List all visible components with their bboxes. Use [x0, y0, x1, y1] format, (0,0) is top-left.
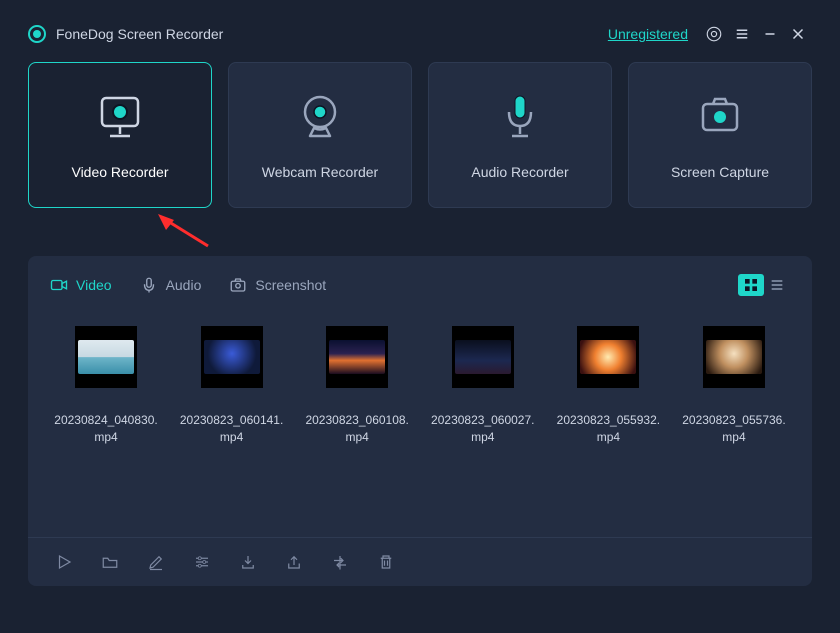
logo-icon	[28, 25, 46, 43]
file-name: 20230823_060108.mp4	[301, 412, 413, 446]
card-label: Screen Capture	[671, 164, 769, 180]
card-label: Webcam Recorder	[262, 164, 378, 180]
download-icon[interactable]	[238, 552, 258, 572]
recorder-cards: Video Recorder Webcam Recorder	[0, 62, 840, 208]
app-title: FoneDog Screen Recorder	[56, 26, 223, 42]
file-name: 20230824_040830.mp4	[50, 412, 162, 446]
file-cell[interactable]: 20230823_055932.mp4	[552, 326, 664, 446]
card-webcam-recorder[interactable]: Webcam Recorder	[228, 62, 412, 208]
file-grid: 20230824_040830.mp4 20230823_060141.mp4 …	[28, 304, 812, 446]
video-recorder-icon	[93, 90, 147, 144]
file-cell[interactable]: 20230823_060108.mp4	[301, 326, 413, 446]
tab-label: Video	[76, 277, 112, 293]
folder-icon[interactable]	[100, 552, 120, 572]
file-name: 20230823_055932.mp4	[552, 412, 664, 446]
file-thumbnail	[577, 326, 639, 388]
file-thumbnail	[452, 326, 514, 388]
audio-recorder-icon	[493, 90, 547, 144]
webcam-recorder-icon	[293, 90, 347, 144]
sliders-icon[interactable]	[192, 552, 212, 572]
file-name: 20230823_055736.mp4	[678, 412, 790, 446]
tab-screenshot[interactable]: Screenshot	[229, 276, 326, 294]
card-audio-recorder[interactable]: Audio Recorder	[428, 62, 612, 208]
view-grid-button[interactable]	[738, 274, 764, 296]
share-icon[interactable]	[284, 552, 304, 572]
file-cell[interactable]: 20230823_060027.mp4	[427, 326, 539, 446]
tabs: Video Audio Screenshot	[28, 256, 812, 304]
view-toggle	[738, 274, 790, 296]
file-thumbnail	[326, 326, 388, 388]
tab-audio[interactable]: Audio	[140, 276, 202, 294]
file-thumbnail	[201, 326, 263, 388]
file-name: 20230823_060141.mp4	[176, 412, 288, 446]
file-name: 20230823_060027.mp4	[427, 412, 539, 446]
unregistered-link[interactable]: Unregistered	[608, 26, 688, 42]
app-window: FoneDog Screen Recorder Unregistered	[0, 0, 840, 633]
titlebar: FoneDog Screen Recorder Unregistered	[0, 0, 840, 62]
card-video-recorder[interactable]: Video Recorder	[28, 62, 212, 208]
tab-label: Screenshot	[255, 277, 326, 293]
recordings-panel: Video Audio Screenshot	[28, 256, 812, 586]
card-label: Video Recorder	[71, 164, 168, 180]
close-icon[interactable]	[784, 20, 812, 48]
play-icon[interactable]	[54, 552, 74, 572]
card-label: Audio Recorder	[471, 164, 568, 180]
arrow-annotation-icon	[156, 214, 216, 254]
delete-icon[interactable]	[376, 552, 396, 572]
file-thumbnail	[703, 326, 765, 388]
tab-video[interactable]: Video	[50, 276, 112, 294]
settings-icon[interactable]	[700, 20, 728, 48]
menu-icon[interactable]	[728, 20, 756, 48]
file-thumbnail	[75, 326, 137, 388]
tab-label: Audio	[166, 277, 202, 293]
convert-icon[interactable]	[330, 552, 350, 572]
file-cell[interactable]: 20230824_040830.mp4	[50, 326, 162, 446]
file-cell[interactable]: 20230823_055736.mp4	[678, 326, 790, 446]
view-list-button[interactable]	[764, 274, 790, 296]
edit-icon[interactable]	[146, 552, 166, 572]
screen-capture-icon	[693, 90, 747, 144]
panel-toolbar	[28, 537, 812, 586]
minimize-icon[interactable]	[756, 20, 784, 48]
file-cell[interactable]: 20230823_060141.mp4	[176, 326, 288, 446]
card-screen-capture[interactable]: Screen Capture	[628, 62, 812, 208]
